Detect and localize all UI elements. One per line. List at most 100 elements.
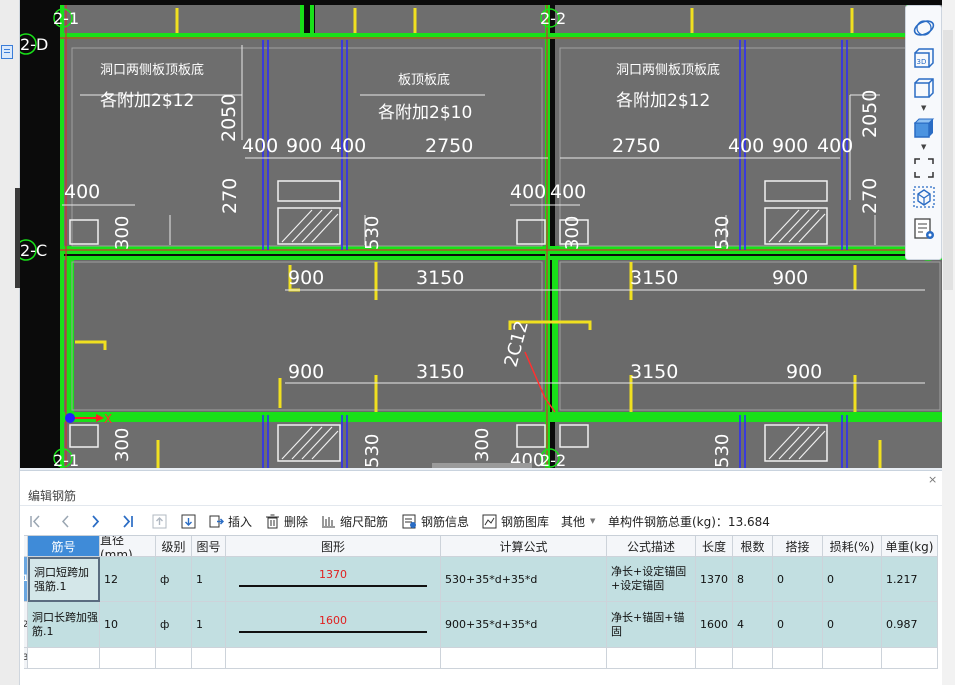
grid-label-2-2-top: 2-2	[540, 9, 566, 28]
cell-unit-weight[interactable]: 0.987	[882, 602, 938, 648]
col-header-formula-desc[interactable]: 公式描述	[607, 536, 696, 557]
insert-label: 插入	[228, 514, 253, 529]
slab-panel-bottom-right	[555, 422, 942, 468]
bind-view-icon[interactable]	[912, 185, 936, 209]
right-scroll-thumb[interactable]	[943, 30, 953, 290]
cell-grade[interactable]: ф	[156, 602, 192, 648]
other-menu-button[interactable]: 其他 ▼	[561, 512, 595, 530]
cell-formula[interactable]: 530+35*d+35*d	[441, 557, 607, 602]
col-header-figure-no[interactable]: 图号	[192, 536, 226, 557]
empty-cell[interactable]	[28, 648, 100, 669]
cell-figure-no[interactable]: 1	[192, 602, 226, 648]
rebar-info-label: 钢筋信息	[421, 514, 470, 529]
rebar-shape-figure: 1600	[235, 610, 431, 640]
layer-panel-toggle-icon[interactable]	[1, 45, 13, 59]
solid-view-icon[interactable]	[912, 116, 936, 140]
note-tl-1: 洞口两侧板顶板底	[100, 62, 204, 78]
cell-shape[interactable]: 1370	[226, 557, 441, 602]
right-scrollbar[interactable]	[942, 0, 955, 685]
col-header-loss[interactable]: 损耗(%)	[823, 536, 882, 557]
empty-cell[interactable]	[773, 648, 823, 669]
cell-diameter[interactable]: 12	[100, 557, 156, 602]
empty-cell[interactable]	[100, 648, 156, 669]
cell-formula-desc[interactable]: 净长+设定锚固+设定锚固	[607, 557, 696, 602]
next-button[interactable]	[88, 512, 107, 530]
empty-cell[interactable]	[192, 648, 226, 669]
cell-grade[interactable]: ф	[156, 557, 192, 602]
cell-loss[interactable]: 0	[823, 602, 882, 648]
col-header-lap[interactable]: 搭接	[773, 536, 823, 557]
empty-cell[interactable]	[823, 648, 882, 669]
scale-rebar-icon	[321, 514, 336, 529]
move-down-button[interactable]	[181, 512, 200, 530]
cell-rebar-name[interactable]: 洞口长跨加强筋.1	[28, 602, 100, 648]
dim-bottom-300-b: 300	[472, 428, 493, 462]
prev-icon	[58, 514, 73, 529]
shape-length-value[interactable]: 1600	[235, 614, 431, 627]
display-settings-icon[interactable]	[912, 217, 936, 241]
rebar-library-button[interactable]: 钢筋图库	[482, 512, 549, 530]
cell-lap[interactable]: 0	[773, 557, 823, 602]
empty-cell[interactable]	[733, 648, 773, 669]
chevron-down-icon-2[interactable]: ▼	[921, 143, 926, 151]
insert-button[interactable]: 插入	[209, 512, 252, 530]
cell-unit-weight[interactable]: 1.217	[882, 557, 938, 602]
delete-button[interactable]: 删除	[265, 512, 308, 530]
col-header-unit-weight[interactable]: 单重(kg)	[882, 536, 938, 557]
cell-formula-desc[interactable]: 净长+锚固+锚固	[607, 602, 696, 648]
note-tl-2: 各附加2$12	[100, 91, 194, 111]
scale-rebar-button[interactable]: 缩尺配筋	[321, 512, 388, 530]
empty-cell[interactable]	[226, 648, 441, 669]
cell-length[interactable]: 1600	[696, 602, 733, 648]
empty-cell[interactable]	[882, 648, 938, 669]
rebar-info-button[interactable]: 钢筋信息	[402, 512, 469, 530]
cad-canvas[interactable]: 2-1 2-2 2-D 2-C 2-1 2-2 洞口两侧板顶板底 各附加2$12…	[20, 0, 942, 468]
col-header-diameter[interactable]: 直径(mm)	[100, 536, 156, 557]
table-row-empty[interactable]: 3	[24, 648, 938, 669]
col-header-rebar-no[interactable]: 筋号	[28, 536, 100, 557]
note-tr-1: 洞口两侧板顶板底	[616, 62, 720, 78]
box-view-icon[interactable]	[912, 76, 936, 100]
empty-cell[interactable]	[696, 648, 733, 669]
col-header-grade[interactable]: 级别	[156, 536, 192, 557]
cell-count[interactable]: 8	[733, 557, 773, 602]
dim-low-3150-a: 3150	[416, 361, 464, 383]
last-button[interactable]	[120, 512, 139, 530]
cell-diameter[interactable]: 10	[100, 602, 156, 648]
shape-length-value[interactable]: 1370	[235, 568, 431, 581]
cell-loss[interactable]: 0	[823, 557, 882, 602]
cell-rebar-name[interactable]: 洞口短跨加强筋.1	[28, 557, 100, 602]
empty-cell[interactable]	[441, 648, 607, 669]
fit-view-icon[interactable]	[912, 156, 936, 180]
insert-icon	[209, 514, 224, 529]
empty-cell[interactable]	[156, 648, 192, 669]
table-row[interactable]: 2 洞口长跨加强筋.1 10 ф 1 1600 900+35*d+35*d 净长…	[24, 602, 938, 648]
dim-400-e: 400	[64, 181, 100, 203]
delete-label: 删除	[284, 514, 309, 529]
col-header-count[interactable]: 根数	[733, 536, 773, 557]
cell-figure-no[interactable]: 1	[192, 557, 226, 602]
first-button[interactable]	[28, 512, 47, 530]
col-header-shape[interactable]: 图形	[226, 536, 441, 557]
note-tm-2: 各附加2$10	[378, 103, 472, 123]
prev-button[interactable]	[58, 512, 77, 530]
rotate-icon[interactable]	[912, 16, 936, 40]
col-header-formula[interactable]: 计算公式	[441, 536, 607, 557]
cell-lap[interactable]: 0	[773, 602, 823, 648]
view-3d-icon[interactable]: 3D	[912, 47, 936, 71]
panel-close-button[interactable]: ×	[928, 473, 937, 486]
slab-panel-strip-2	[315, 5, 550, 33]
dim-530-a: 530	[362, 216, 383, 250]
empty-cell[interactable]	[607, 648, 696, 669]
dim-530-b: 530	[712, 216, 733, 250]
table-row[interactable]: 1 洞口短跨加强筋.1 12 ф 1 1370 530+35*d+35*d 净长…	[24, 557, 938, 602]
cell-formula[interactable]: 900+35*d+35*d	[441, 602, 607, 648]
canvas-scroll-thumb[interactable]	[432, 463, 532, 468]
cell-count[interactable]: 4	[733, 602, 773, 648]
col-header-length[interactable]: 长度	[696, 536, 733, 557]
move-up-button[interactable]	[152, 512, 171, 530]
dim-mid-3150-b: 3150	[630, 267, 678, 289]
cell-shape[interactable]: 1600	[226, 602, 441, 648]
chevron-down-icon[interactable]: ▼	[921, 104, 926, 112]
cell-length[interactable]: 1370	[696, 557, 733, 602]
